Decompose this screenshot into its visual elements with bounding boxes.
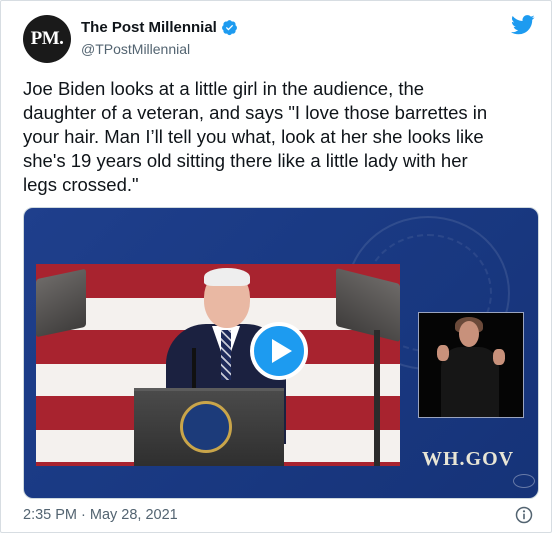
interpreter-hand-right	[493, 349, 505, 365]
play-icon	[271, 339, 292, 363]
tweet-card: PM. The Post Millennial @TPostMillennial…	[0, 0, 552, 533]
twitter-bird-icon[interactable]	[511, 15, 535, 35]
seal-watermark-icon	[513, 474, 535, 488]
interpreter-body	[441, 347, 499, 417]
video-watermark: WH.GOV	[422, 448, 515, 470]
presidential-seal	[180, 401, 232, 453]
speaker-tie	[221, 330, 231, 380]
author-handle[interactable]: @TPostMillennial	[81, 41, 190, 57]
speaker-hair	[204, 268, 250, 286]
avatar-text: PM.	[30, 28, 64, 49]
sign-language-interpreter	[418, 312, 524, 418]
microphone	[192, 348, 196, 392]
info-icon[interactable]	[515, 506, 533, 524]
play-button[interactable]	[250, 322, 308, 380]
verified-badge-icon	[221, 19, 238, 36]
display-name[interactable]: The Post Millennial	[81, 19, 217, 36]
interpreter-head	[459, 321, 479, 347]
teleprompter-pole	[374, 330, 380, 466]
author-name-row[interactable]: The Post Millennial	[81, 19, 238, 36]
teleprompter-left	[36, 268, 86, 338]
video-main-frame	[36, 264, 400, 466]
tweet-text: Joe Biden looks at a little girl in the …	[23, 78, 488, 195]
podium	[134, 388, 284, 466]
tweet-timestamp[interactable]: 2:35 PM · May 28, 2021	[23, 507, 178, 523]
video-player[interactable]: WH.GOV	[23, 207, 539, 499]
interpreter-hand-left	[437, 345, 449, 361]
avatar[interactable]: PM.	[23, 15, 71, 63]
